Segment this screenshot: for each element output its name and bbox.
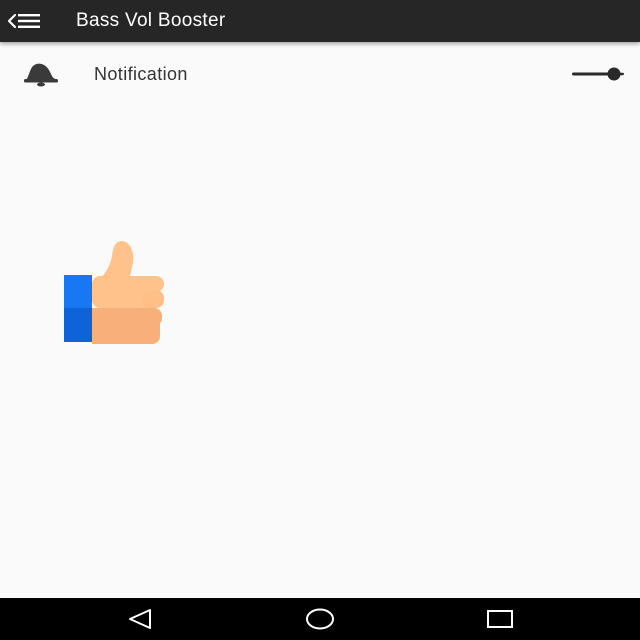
recents-button[interactable]: [480, 604, 520, 634]
home-button[interactable]: [300, 604, 340, 634]
home-icon: [306, 608, 334, 630]
setting-row-notification[interactable]: Notification: [0, 48, 640, 100]
notification-label: Notification: [94, 64, 188, 84]
drawer-toggle-button[interactable]: [4, 9, 56, 33]
menu-back-icon: [7, 13, 40, 29]
notification-toggle[interactable]: [570, 62, 626, 86]
recents-icon: [487, 610, 513, 628]
back-icon: [129, 609, 151, 629]
back-button[interactable]: [120, 604, 160, 634]
app-title: Bass Vol Booster: [76, 10, 226, 31]
bell-icon: [20, 60, 60, 88]
thumbs-up-icon: [62, 238, 168, 346]
app-toolbar: Bass Vol Booster: [0, 0, 640, 42]
app-screen: Bass Vol Booster Notification: [0, 0, 640, 640]
system-nav-bar: [0, 598, 640, 640]
